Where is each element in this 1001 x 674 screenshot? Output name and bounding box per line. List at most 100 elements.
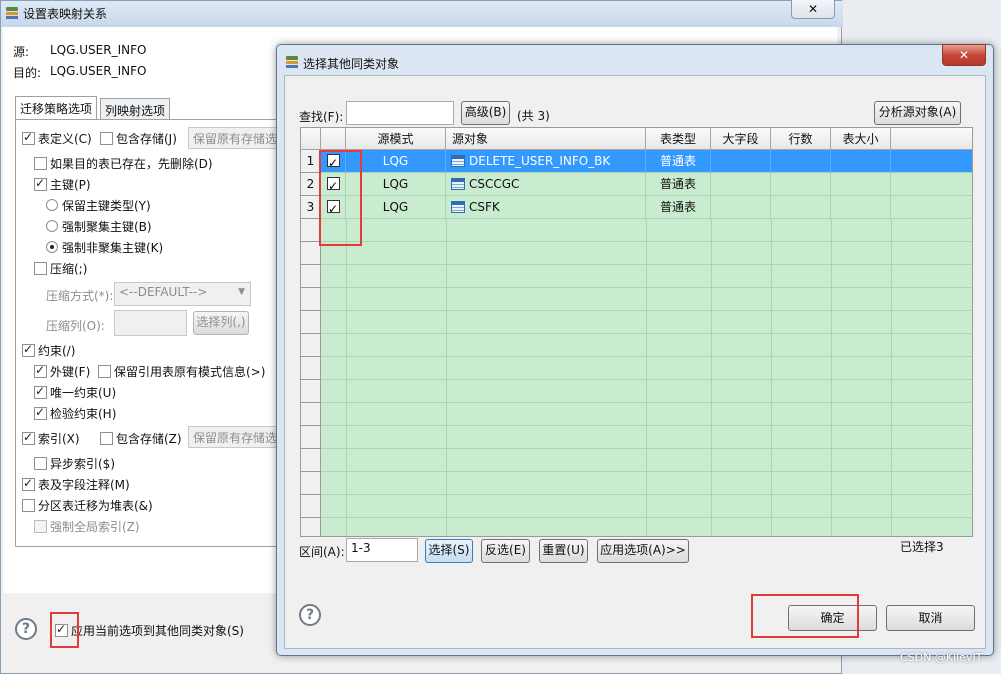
cancel-button[interactable]: 取消: [886, 605, 975, 631]
row-type: 普通表: [646, 150, 711, 173]
row-type: 普通表: [646, 196, 711, 219]
analyze-source-button[interactable]: 分析源对象(A): [874, 101, 961, 125]
select-objects-dialog: 选择其他同类对象 ✕ 查找(F): 高级(B) (共 3) 分析源对象(A) 源…: [276, 44, 994, 656]
foreign-key-checkbox[interactable]: [34, 363, 47, 378]
tab-column-mapping[interactable]: 列映射选项: [100, 98, 171, 120]
app-icon: [5, 6, 19, 20]
grid-corner: [301, 128, 321, 150]
force-clustered-pk-radio[interactable]: [46, 220, 58, 232]
column-header[interactable]: 大字段: [711, 128, 771, 150]
compress-label: 压缩(;): [50, 262, 88, 276]
row-object-cell: DELETE_USER_INFO_BK: [446, 150, 646, 173]
column-header[interactable]: 表大小: [831, 128, 891, 150]
find-label: 查找(F):: [299, 110, 344, 124]
apply-options-button[interactable]: 应用选项(A)>>: [597, 539, 689, 563]
checkbox-column-header[interactable]: [321, 128, 346, 150]
table-icon: [451, 178, 465, 190]
source-value: LQG.USER_INFO: [50, 43, 147, 57]
column-header[interactable]: 行数: [771, 128, 831, 150]
selected-count: 已选择3: [900, 540, 944, 554]
mapping-dialog-title: 设置表映射关系: [23, 7, 108, 21]
column-header[interactable]: 表类型: [646, 128, 711, 150]
range-input[interactable]: 1-3: [346, 538, 418, 562]
table-row[interactable]: LQG DELETE_USER_INFO_BK 普通表: [321, 150, 972, 173]
table-icon: [451, 155, 465, 167]
help-icon[interactable]: ?: [15, 618, 37, 640]
index-include-storage-checkbox[interactable]: [100, 432, 113, 445]
comments-checkbox[interactable]: [22, 476, 35, 491]
target-value: LQG.USER_INFO: [50, 64, 147, 78]
row-type: 普通表: [646, 173, 711, 196]
constraints-checkbox[interactable]: [22, 342, 35, 357]
target-label: 目的:: [13, 66, 42, 80]
check-constraint-checkbox[interactable]: [34, 405, 47, 420]
force-nonclustered-pk-radio[interactable]: [46, 241, 58, 253]
compress-mode-value: <--DEFAULT-->: [119, 285, 208, 299]
async-index-label: 异步索引($): [50, 457, 115, 471]
highlight-box: [319, 150, 362, 246]
reset-button[interactable]: 重置(U): [539, 539, 588, 563]
keep-ref-schema-label: 保留引用表原有模式信息(>): [114, 365, 266, 379]
row-number[interactable]: 3: [301, 196, 321, 219]
chevron-down-icon: ▼: [238, 287, 245, 297]
unique-checkbox[interactable]: [34, 384, 47, 399]
mapping-dialog-titlebar: 设置表映射关系 ✕: [1, 0, 843, 27]
keep-pk-type-radio[interactable]: [46, 199, 58, 211]
force-global-index-checkbox: [34, 520, 47, 533]
index-include-storage-label: 包含存储(Z): [116, 432, 182, 446]
index-checkbox[interactable]: [22, 430, 35, 445]
empty-rows: [321, 219, 972, 536]
compress-mode-label: 压缩方式(*):: [46, 289, 114, 303]
find-input[interactable]: [346, 101, 454, 125]
compress-cols-field: [114, 310, 187, 336]
compress-checkbox[interactable]: [34, 262, 47, 275]
select-objects-titlebar: 选择其他同类对象 ✕: [277, 44, 993, 75]
column-header[interactable]: 源对象: [446, 128, 646, 150]
async-index-checkbox[interactable]: [34, 457, 47, 470]
keep-ref-schema-checkbox[interactable]: [98, 365, 111, 378]
tab-migration-strategy[interactable]: 迁移策略选项: [15, 96, 98, 120]
comments-label: 表及字段注释(M): [38, 478, 130, 492]
highlight-box: [50, 612, 79, 648]
advanced-button[interactable]: 高级(B): [461, 101, 510, 125]
force-clustered-pk-label: 强制聚集主键(B): [62, 220, 152, 234]
row-number[interactable]: 1: [301, 150, 321, 173]
include-storage-checkbox[interactable]: [100, 132, 113, 145]
partition-to-heap-checkbox[interactable]: [22, 499, 35, 512]
row-number-gutter: [301, 219, 321, 536]
row-number[interactable]: 2: [301, 173, 321, 196]
drop-if-exists-label: 如果目的表已存在，先删除(D): [50, 157, 213, 171]
select-button[interactable]: 选择(S): [425, 539, 473, 563]
table-def-label: 表定义(C): [38, 132, 92, 146]
range-label: 区间(A):: [299, 545, 345, 559]
row-object: DELETE_USER_INFO_BK: [469, 154, 611, 168]
app-icon: [285, 55, 299, 69]
table-def-checkbox[interactable]: [22, 130, 35, 145]
table-row[interactable]: LQG CSCCGC 普通表: [321, 173, 972, 196]
close-icon[interactable]: ✕: [942, 44, 986, 66]
force-nonclustered-pk-label: 强制非聚集主键(K): [62, 241, 164, 255]
row-object: CSCCGC: [469, 177, 520, 191]
index-label: 索引(X): [38, 432, 80, 446]
help-icon[interactable]: ?: [299, 604, 321, 626]
keep-pk-type-label: 保留主键类型(Y): [62, 199, 151, 213]
row-object: CSFK: [469, 200, 500, 214]
keep-storage-field: 保留原有存储选: [188, 127, 284, 149]
constraints-label: 约束(/): [38, 344, 76, 358]
invert-button[interactable]: 反选(E): [481, 539, 530, 563]
foreign-key-label: 外键(F): [50, 365, 91, 379]
row-object-cell: CSFK: [446, 196, 646, 219]
close-icon[interactable]: ✕: [791, 0, 835, 19]
watermark: CSDN @KileyIT: [900, 651, 983, 664]
force-global-index-label: 强制全局索引(Z): [50, 520, 140, 534]
primary-key-checkbox[interactable]: [34, 176, 47, 191]
index-keep-storage-field: 保留原有存储选: [188, 426, 284, 448]
column-header-filler: [891, 128, 972, 150]
strategy-options-panel: 表定义(C) 包含存储(J) 保留原有存储选 如果目的表已存在，先删除(D) 主…: [15, 119, 285, 547]
apply-to-others-label: 应用当前选项到其他同类对象(S): [71, 624, 244, 638]
table-row[interactable]: LQG CSFK 普通表: [321, 196, 972, 219]
drop-if-exists-checkbox[interactable]: [34, 157, 47, 170]
highlight-box: [751, 594, 859, 638]
select-cols-button: 选择列(,): [193, 311, 249, 335]
column-header[interactable]: 源模式: [346, 128, 446, 150]
